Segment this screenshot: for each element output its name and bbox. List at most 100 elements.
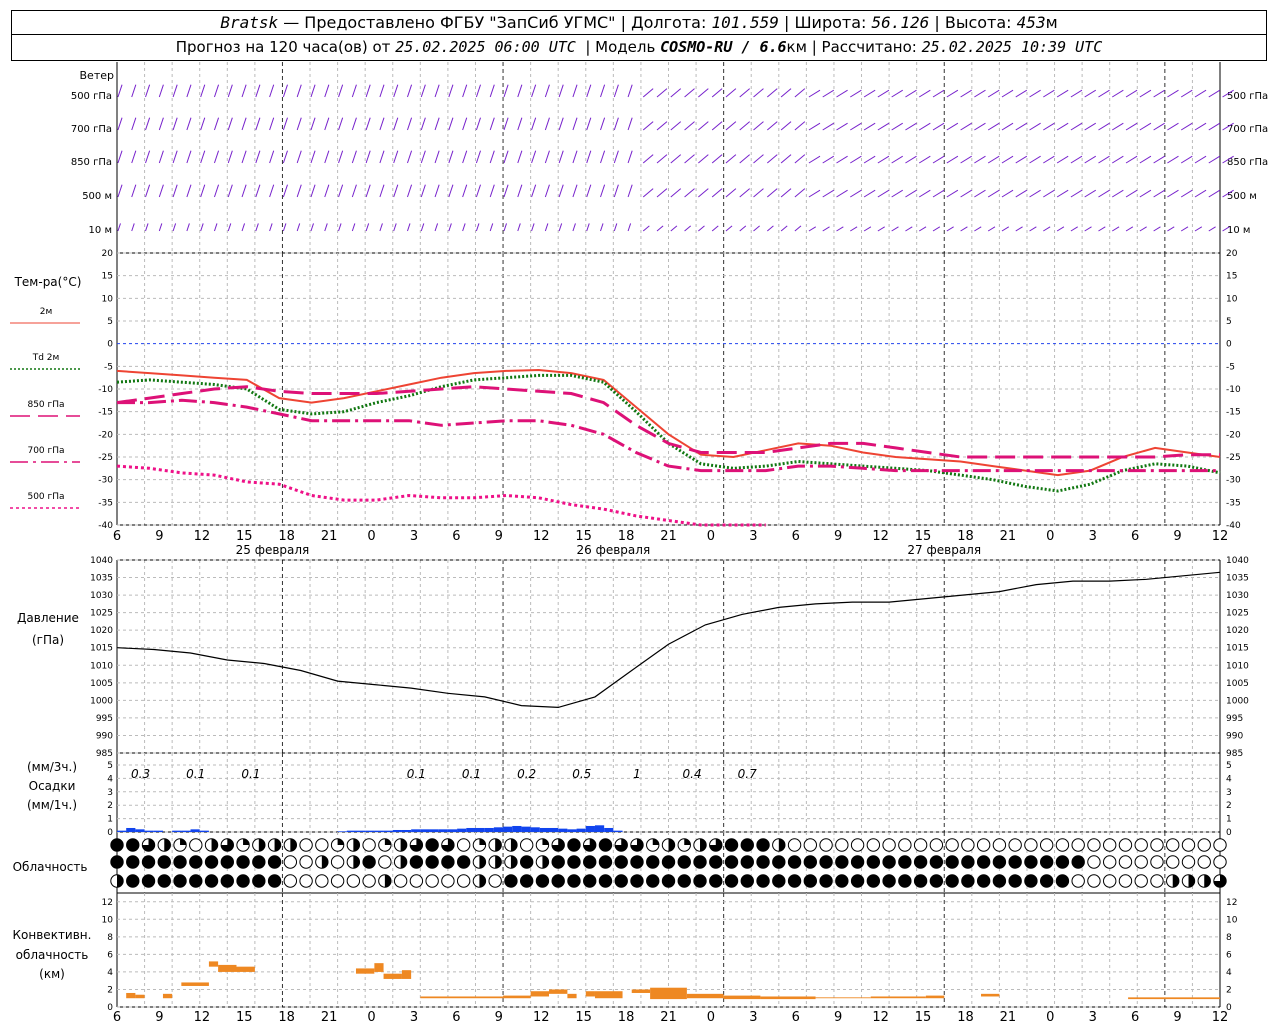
pressure-tick-left: 1035 — [90, 574, 113, 584]
convective-bar — [567, 993, 577, 999]
cloud-cover-fill — [1172, 874, 1179, 888]
convective-tick-right: 10 — [1226, 915, 1238, 925]
wind-barb — [351, 117, 357, 131]
pressure-tick-right: 1040 — [1226, 556, 1249, 566]
cloud-cover-fill — [1024, 874, 1038, 888]
convective-tick-left: 0 — [107, 1003, 113, 1013]
pressure-tick-right: 990 — [1226, 731, 1243, 741]
cloud-cover-fill — [961, 855, 975, 869]
wind-barb — [434, 84, 440, 98]
temp-legend-label: 2м — [40, 307, 53, 317]
wind-barb — [753, 188, 764, 198]
wind-barb — [296, 150, 302, 164]
convective-bar — [401, 970, 412, 979]
wind-barb — [656, 121, 668, 131]
wind-barb — [572, 223, 576, 232]
wind-barb — [960, 155, 972, 164]
wind-barb — [1043, 226, 1051, 232]
wind-barb — [850, 89, 862, 98]
wind-barb — [1125, 155, 1138, 164]
wind-barb — [558, 223, 563, 232]
temp-tick-right: -10 — [1226, 385, 1241, 395]
cloud-cover-fill — [552, 855, 565, 869]
wind-barb — [1084, 226, 1092, 232]
wind-barb — [227, 150, 233, 164]
wind-barb — [572, 117, 578, 131]
pressure-tick-right: 1030 — [1226, 591, 1249, 601]
cloud-cover-symbol — [1181, 838, 1196, 852]
cloud-cover-fill — [1071, 855, 1085, 869]
temp-tick-right: 10 — [1226, 294, 1238, 304]
cloud-cover-fill — [400, 838, 407, 852]
wind-barb — [613, 84, 619, 98]
wind-barb — [1180, 122, 1193, 131]
convective-bar — [420, 996, 448, 999]
temp-tick-left: -20 — [98, 430, 113, 440]
wind-barb — [877, 155, 890, 164]
cloud-cover-symbol — [866, 838, 881, 852]
wind-barb — [836, 155, 848, 164]
precip-bar — [447, 829, 458, 832]
wind-barb — [241, 117, 247, 131]
wind-barb — [282, 150, 288, 164]
wind-barb — [1111, 155, 1124, 164]
convective-bar — [503, 995, 531, 999]
wind-barb — [918, 89, 931, 98]
cloud-cover-fill — [410, 855, 423, 869]
wind-barb — [393, 184, 399, 198]
temp-tick-right: -20 — [1226, 430, 1241, 440]
wind-barb — [324, 150, 330, 164]
wind-barb — [393, 150, 399, 164]
cloud-cover-symbol — [882, 838, 896, 852]
cloud-cover-symbol — [283, 874, 298, 888]
wind-barb — [448, 117, 454, 131]
wind-barb — [393, 84, 399, 98]
wind-barb — [918, 122, 931, 131]
hour-tick-label: 6 — [792, 529, 800, 544]
pressure-tick-right: 985 — [1226, 749, 1243, 759]
hour-tick-label: 15 — [915, 1010, 932, 1024]
wind-barb — [808, 89, 821, 98]
wind-barb — [794, 225, 802, 232]
cloud-cover-symbol — [1071, 838, 1085, 852]
wind-barb — [960, 226, 968, 232]
cloud-cover-fill — [110, 838, 124, 852]
wind-barb — [905, 155, 917, 164]
wind-barb — [932, 189, 945, 198]
cloud-cover-symbol — [1008, 838, 1022, 852]
wind-barb — [517, 84, 523, 98]
wind-barb — [739, 225, 747, 232]
wind-barb — [310, 223, 314, 232]
cloud-cover-fill — [457, 855, 470, 869]
wind-barb — [282, 84, 288, 98]
temp-tick-right: -25 — [1226, 453, 1241, 463]
wind-barb — [987, 226, 996, 232]
wind-barb — [613, 223, 618, 232]
wind-barb — [338, 223, 342, 232]
precip-bar — [172, 830, 182, 832]
hour-tick-label: 3 — [1089, 1010, 1097, 1024]
wind-barb — [822, 189, 835, 198]
wind-barb — [822, 155, 835, 164]
cloud-cover-fill — [504, 874, 518, 888]
wind-barb — [269, 84, 275, 98]
wind-barb — [808, 155, 821, 164]
wind-barb — [1084, 89, 1097, 98]
cloud-cover-symbol — [992, 838, 1007, 852]
hour-tick-label: 15 — [236, 1010, 253, 1024]
temp-legend-label: 700 гПа — [27, 446, 64, 456]
wind-barb — [987, 189, 1000, 198]
cloud-cover-symbol — [1118, 838, 1133, 852]
wind-barb — [489, 223, 494, 232]
wind-barb — [808, 189, 821, 198]
convective-bar — [1128, 997, 1220, 1000]
wind-barb — [627, 117, 633, 131]
wind-barb — [145, 223, 149, 232]
pressure-tick-left: 1025 — [90, 609, 113, 619]
cloud-cover-fill — [646, 874, 659, 888]
temperature-title: Тем-ра(°С) — [14, 275, 82, 289]
wind-barb — [836, 89, 848, 98]
wind-barb — [877, 122, 890, 131]
wind-barb — [780, 225, 788, 232]
wind-barb — [1029, 226, 1037, 232]
